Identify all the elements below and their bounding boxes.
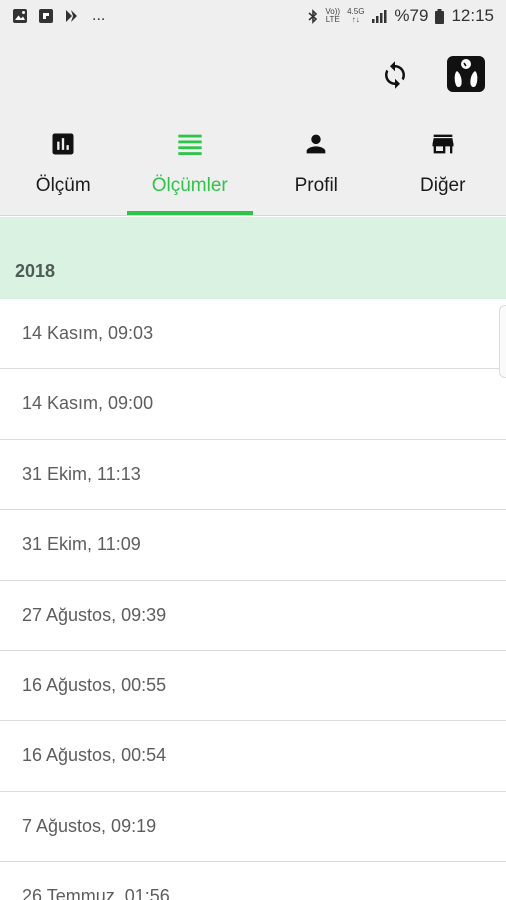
download-icon xyxy=(66,10,77,22)
list-item[interactable]: 16 Ağustos, 00:55 xyxy=(0,650,506,722)
tab-label: Ölçümler xyxy=(151,175,228,196)
list-item[interactable]: 14 Kasım, 09:00 xyxy=(0,369,506,440)
status-notifications: ... xyxy=(12,8,105,24)
scale-device-button[interactable] xyxy=(443,53,489,95)
measurement-date: 27 Ağustos, 09:39 xyxy=(22,604,167,625)
list-icon xyxy=(178,134,202,155)
tab-bar: Ölçüm Ölçümler Profil Diğer xyxy=(0,116,506,216)
list-item[interactable]: 26 Temmuz, 01:56 xyxy=(0,862,506,900)
store-icon xyxy=(432,134,454,154)
tab-label: Profil xyxy=(294,175,338,196)
image-icon xyxy=(13,9,27,23)
list-item[interactable]: 7 Ağustos, 09:19 xyxy=(0,791,506,863)
list-item[interactable]: 31 Ekim, 11:13 xyxy=(0,439,506,511)
measurement-date: 14 Kasım, 09:00 xyxy=(22,393,154,414)
data-bottom: ↑↓ xyxy=(351,15,360,24)
sync-button[interactable] xyxy=(374,54,416,96)
measurement-date: 16 Ağustos, 00:54 xyxy=(22,745,167,766)
measurement-list: 14 Kasım, 09:03 14 Kasım, 09:00 31 Ekim,… xyxy=(0,299,506,900)
volte-indicator: Vo)) LTE xyxy=(325,8,340,24)
year-section-header: 2018 xyxy=(0,217,506,299)
data-indicator: 4.5G ↑↓ xyxy=(347,8,364,24)
list-item[interactable]: 27 Ağustos, 09:39 xyxy=(0,580,506,651)
volte-bottom: LTE xyxy=(325,15,340,24)
measurement-date: 14 Kasım, 09:03 xyxy=(22,323,154,343)
gallery-icon xyxy=(39,9,53,23)
list-item[interactable]: 16 Ağustos, 00:54 xyxy=(0,721,506,792)
clock: 12:15 xyxy=(451,6,494,25)
scale-device-icon xyxy=(447,56,485,92)
active-tab-indicator xyxy=(127,211,253,215)
app-bar xyxy=(0,36,506,116)
person-icon xyxy=(306,134,326,154)
list-item[interactable]: 31 Ekim, 11:09 xyxy=(0,510,506,581)
measurement-date: 31 Ekim, 11:13 xyxy=(22,463,141,484)
year-label: 2018 xyxy=(15,261,56,281)
measurement-date: 7 Ağustos, 09:19 xyxy=(22,815,157,836)
battery-icon xyxy=(435,8,445,24)
list-item[interactable]: 14 Kasım, 09:03 xyxy=(0,299,506,370)
tab-olcumler[interactable]: Ölçümler xyxy=(127,116,254,216)
tab-label: Diğer xyxy=(420,175,466,196)
status-system: Vo)) LTE 4.5G ↑↓ %79 12:15 xyxy=(308,6,494,26)
bluetooth-icon xyxy=(308,8,318,24)
sync-icon xyxy=(385,61,405,89)
measurement-date: 26 Temmuz, 01:56 xyxy=(22,886,170,900)
status-bar: ... Vo)) LTE 4.5G ↑↓ %79 12:15 xyxy=(0,0,506,36)
bar-chart-icon xyxy=(52,133,74,155)
tab-olcum[interactable]: Ölçüm xyxy=(0,116,127,216)
tab-label: Ölçüm xyxy=(35,175,91,196)
tab-profil[interactable]: Profil xyxy=(253,116,380,216)
status-overflow: ... xyxy=(92,7,106,24)
scrollbar-handle[interactable] xyxy=(499,305,506,378)
signal-icon xyxy=(372,10,387,23)
battery-percent: %79 xyxy=(394,6,429,25)
measurement-date: 16 Ağustos, 00:55 xyxy=(22,674,167,695)
measurement-date: 31 Ekim, 11:09 xyxy=(22,534,141,555)
tab-diger[interactable]: Diğer xyxy=(380,116,506,216)
